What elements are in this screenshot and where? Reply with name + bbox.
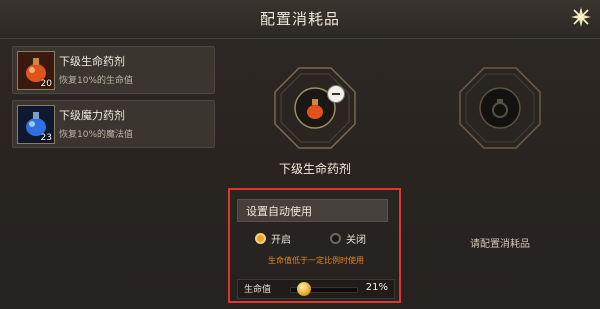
list-item-health-potion[interactable]: 20 下级生命药剂 恢复10%的生命值 <box>12 46 215 94</box>
auto-use-on-radio[interactable]: 开启 <box>255 231 291 246</box>
item-count: 20 <box>40 79 52 89</box>
item-description: 恢复10%的生命值 <box>59 76 134 86</box>
item-name: 下级生命药剂 <box>59 55 125 68</box>
consumable-config-panel: 配置消耗品 20 下级生命药剂 恢复10%的生命值 23 下级魔力药剂 恢复10… <box>0 0 600 309</box>
blue-potion-icon: 23 <box>17 105 55 144</box>
radio-selected-icon <box>255 233 266 244</box>
item-count: 23 <box>40 133 52 143</box>
auto-use-header: 设置自动使用 <box>237 199 388 222</box>
radio-unselected-icon <box>330 233 341 244</box>
consumable-slot-2[interactable] <box>458 66 542 150</box>
slot-1-label: 下级生命药剂 <box>278 162 351 176</box>
auto-use-hint: 生命值低于一定比例时使用 <box>268 256 364 265</box>
panel-title: 配置消耗品 <box>259 10 340 28</box>
slider-knob[interactable] <box>296 282 311 296</box>
slider-label: 生命值 <box>244 285 272 295</box>
close-icon[interactable] <box>568 4 594 30</box>
slot-2-label: 请配置消耗品 <box>470 239 530 250</box>
panel-header: 配置消耗品 <box>0 0 600 39</box>
remove-slot-button[interactable] <box>327 85 345 103</box>
item-description: 恢复10%的魔法值 <box>59 130 134 140</box>
item-name: 下级魔力药剂 <box>59 109 125 122</box>
consumable-list: 20 下级生命药剂 恢复10%的生命值 23 下级魔力药剂 恢复10%的魔法值 <box>12 46 215 154</box>
radio-label-on: 开启 <box>271 235 291 246</box>
radio-label-off: 关闭 <box>346 235 366 246</box>
health-threshold-slider: 生命值 21% <box>237 279 395 299</box>
slider-percent: 21% <box>365 282 388 293</box>
auto-use-title: 设置自动使用 <box>246 205 312 218</box>
consumable-slot-1[interactable] <box>273 66 357 150</box>
auto-use-off-radio[interactable]: 关闭 <box>330 231 366 246</box>
list-item-mana-potion[interactable]: 23 下级魔力药剂 恢复10%的魔法值 <box>12 100 215 148</box>
red-potion-icon: 20 <box>17 51 55 90</box>
